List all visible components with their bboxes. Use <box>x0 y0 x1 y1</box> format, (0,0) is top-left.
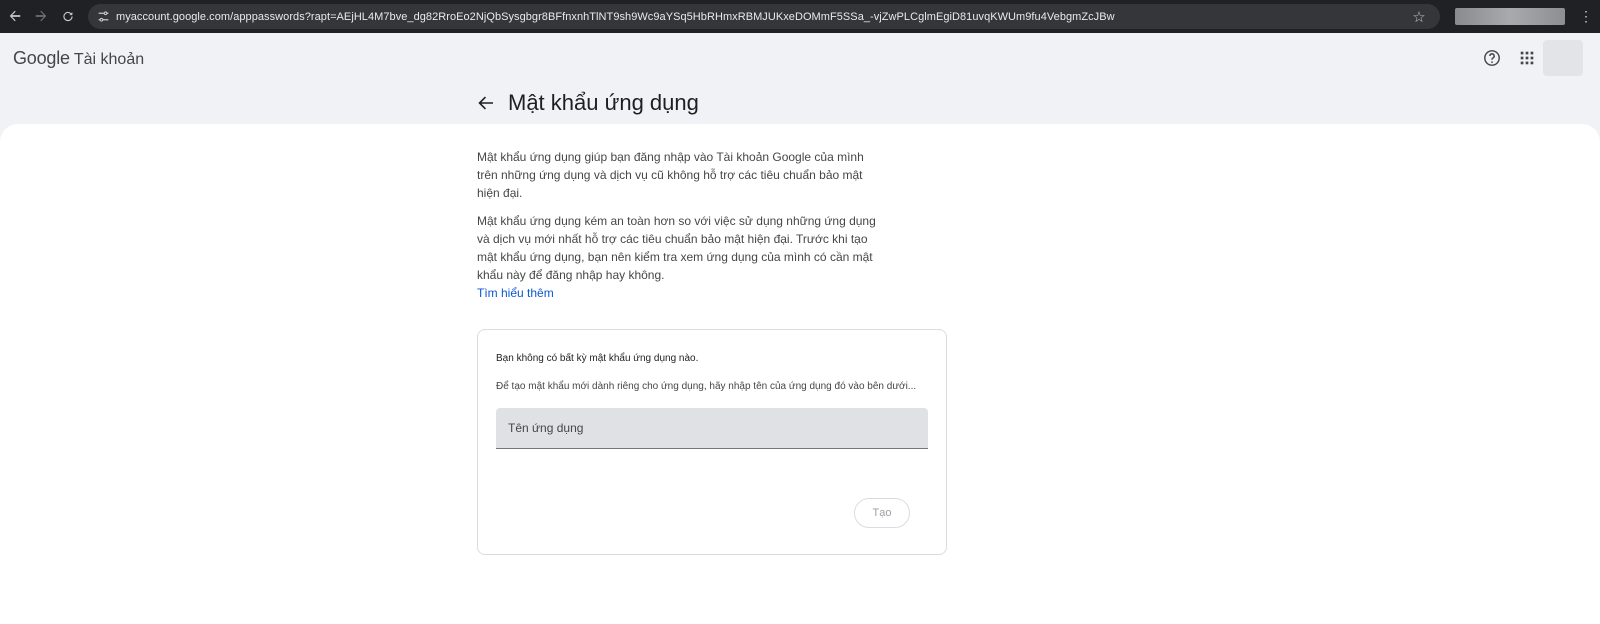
account-header: Google Tài khoản <box>0 33 1600 83</box>
forward-arrow-icon[interactable] <box>29 4 53 28</box>
profile-chip[interactable] <box>1455 8 1565 25</box>
page-title: Mật khẩu ứng dụng <box>508 90 699 115</box>
back-arrow-icon[interactable] <box>474 91 498 115</box>
empty-state-text: Bạn không có bất kỳ mật khẩu ứng dụng nà… <box>496 353 699 364</box>
apps-grid-icon[interactable] <box>1514 45 1540 71</box>
tune-icon[interactable] <box>93 7 113 27</box>
brand-google: Google <box>13 48 70 68</box>
intro-section: Mật khẩu ứng dụng giúp bạn đăng nhập vào… <box>477 148 887 302</box>
intro-paragraph: Mật khẩu ứng dụng kém an toàn hơn so với… <box>477 214 876 282</box>
help-icon[interactable] <box>1479 45 1505 71</box>
url-text[interactable]: myaccount.google.com/apppasswords?rapt=A… <box>116 11 1408 23</box>
brand-product: Tài khoản <box>73 51 145 68</box>
app-passwords-card: Bạn không có bất kỳ mật khẩu ứng dụng nà… <box>477 329 947 555</box>
avatar[interactable] <box>1543 40 1583 76</box>
intro-paragraph: Mật khẩu ứng dụng giúp bạn đăng nhập vào… <box>477 150 864 200</box>
app-name-input[interactable] <box>496 408 928 449</box>
learn-more-link[interactable]: Tìm hiểu thêm <box>477 286 554 300</box>
browser-toolbar: myaccount.google.com/apppasswords?rapt=A… <box>0 0 1600 33</box>
brand-logo[interactable]: Google Tài khoản <box>13 48 144 69</box>
address-bar[interactable]: myaccount.google.com/apppasswords?rapt=A… <box>88 4 1440 29</box>
page-header: Mật khẩu ứng dụng <box>474 88 699 118</box>
create-button[interactable]: Tạo <box>854 498 910 528</box>
back-arrow-icon[interactable] <box>3 4 27 28</box>
create-hint-text: Để tạo mật khẩu mới dành riêng cho ứng d… <box>496 381 917 392</box>
more-vert-icon[interactable]: ⋮ <box>1578 6 1594 26</box>
reload-icon[interactable] <box>56 4 80 28</box>
star-icon[interactable]: ☆ <box>1408 6 1430 28</box>
